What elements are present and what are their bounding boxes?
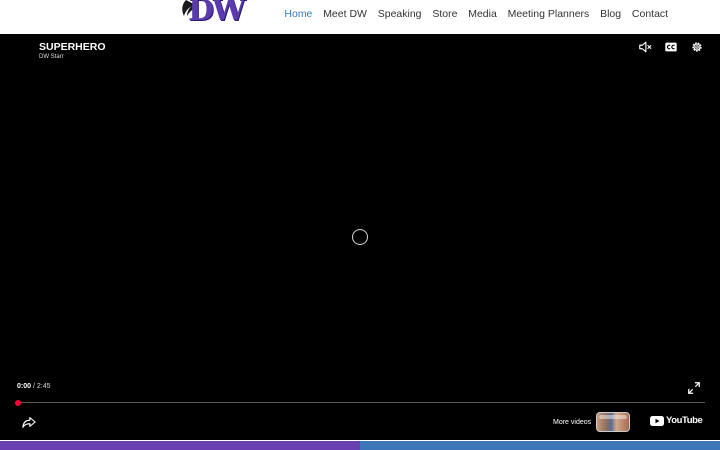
video-player[interactable]: SUPERHERO DW Starr 0:00 / 2:45 More vide…: [0, 34, 720, 440]
more-videos-thumbnail: [596, 412, 631, 432]
site-header: DW Home Meet DW Speaking Store Media Mee…: [0, 0, 720, 34]
nav-media[interactable]: Media: [468, 8, 497, 20]
nav-store[interactable]: Store: [432, 8, 457, 20]
time-display: 0:00 / 2:45: [17, 383, 51, 390]
nav-home[interactable]: Home: [284, 8, 312, 20]
progress-scrubber[interactable]: [15, 399, 21, 406]
main-nav: Home Meet DW Speaking Store Media Meetin…: [279, 0, 673, 28]
video-channel[interactable]: DW Starr: [39, 54, 64, 60]
loading-spinner: [352, 229, 368, 245]
youtube-logo[interactable]: YouTube: [650, 415, 703, 426]
top-controls: [638, 40, 704, 54]
captions-icon[interactable]: [664, 40, 678, 54]
youtube-logo-icon: [650, 415, 664, 426]
more-videos-button[interactable]: More videos: [553, 412, 631, 432]
time-separator: /: [32, 383, 35, 390]
nav-contact[interactable]: Contact: [632, 8, 668, 20]
nav-blog[interactable]: Blog: [600, 8, 621, 20]
settings-icon[interactable]: [690, 40, 704, 54]
nav-meeting-planners[interactable]: Meeting Planners: [508, 8, 590, 20]
more-videos-label: More videos: [553, 418, 592, 426]
mute-icon[interactable]: [638, 40, 652, 54]
logo-text: DW: [188, 0, 246, 28]
time-current: 0:00: [17, 383, 32, 390]
fullscreen-icon[interactable]: [687, 381, 701, 395]
youtube-label: YouTube: [666, 415, 703, 426]
nav-speaking[interactable]: Speaking: [378, 8, 422, 20]
footer-band-right: [360, 441, 720, 450]
video-title[interactable]: SUPERHERO: [39, 41, 106, 53]
nav-meet-dw[interactable]: Meet DW: [323, 8, 367, 20]
site-logo[interactable]: DW: [90, 0, 246, 30]
progress-bar[interactable]: [17, 402, 705, 403]
share-icon[interactable]: [22, 415, 36, 429]
time-total: 2:45: [36, 383, 51, 390]
footer-band-left: [0, 441, 360, 450]
